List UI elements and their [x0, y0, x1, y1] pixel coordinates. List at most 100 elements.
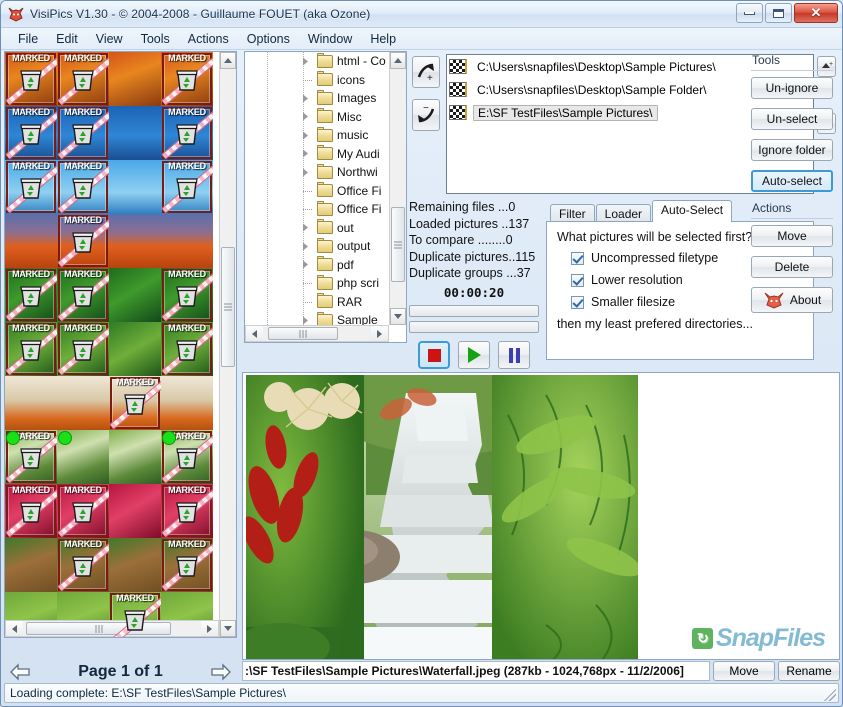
- expand-arrow-icon[interactable]: [301, 57, 310, 66]
- thumbnail-marked[interactable]: MARKED: [161, 430, 213, 484]
- thumbnail-marked[interactable]: MARKED: [5, 484, 57, 538]
- expand-arrow-icon[interactable]: [301, 112, 310, 121]
- tree-node[interactable]: out: [245, 219, 389, 238]
- minimize-button[interactable]: [736, 3, 763, 23]
- tree-horizontal-scrollbar[interactable]: [245, 325, 389, 342]
- tree-node[interactable]: Office Fi: [245, 200, 389, 219]
- scroll-up-button[interactable]: [220, 52, 236, 69]
- thumbnail-marked[interactable]: MARKED: [161, 484, 213, 538]
- un-ignore-button[interactable]: Un-ignore: [751, 77, 833, 99]
- thumbnail[interactable]: [109, 538, 161, 592]
- close-button[interactable]: ✕: [794, 3, 838, 23]
- thumbnail-marked[interactable]: MARKED: [161, 538, 213, 592]
- thumbnail-marked[interactable]: MARKED: [57, 160, 109, 214]
- thumbnail-marked[interactable]: MARKED: [57, 538, 109, 592]
- expand-arrow-icon[interactable]: [301, 260, 310, 269]
- thumbnail[interactable]: [109, 106, 161, 160]
- menu-tools[interactable]: Tools: [132, 30, 179, 48]
- expand-arrow-icon[interactable]: [301, 242, 310, 251]
- menu-options[interactable]: Options: [238, 30, 299, 48]
- move-button[interactable]: Move: [751, 225, 833, 247]
- tree-node[interactable]: php scri: [245, 274, 389, 293]
- thumbnail-marked[interactable]: MARKED: [5, 52, 57, 106]
- thumbnail-marked[interactable]: MARKED: [5, 160, 57, 214]
- thumbnail[interactable]: [109, 268, 161, 322]
- tree-scrollbar-thumb[interactable]: [391, 207, 405, 282]
- thumbnail-marked[interactable]: MARKED: [5, 430, 57, 484]
- thumbnail-row[interactable]: MARKED MARKED MARKED: [5, 322, 213, 376]
- thumbnail-marked[interactable]: MARKED: [57, 322, 109, 376]
- thumbnail-marked[interactable]: MARKED: [57, 484, 109, 538]
- checkbox-lower-resolution[interactable]: [571, 274, 584, 287]
- menu-edit[interactable]: Edit: [47, 30, 87, 48]
- move-file-button[interactable]: Move: [713, 661, 775, 681]
- prev-page-icon[interactable]: [8, 661, 32, 683]
- thumbnail-marked[interactable]: MARKED: [161, 52, 213, 106]
- tree-hscrollbar-thumb[interactable]: [268, 327, 338, 340]
- tree-node[interactable]: My Audi: [245, 145, 389, 164]
- menu-window[interactable]: Window: [299, 30, 361, 48]
- scrollbar-thumb[interactable]: [221, 247, 235, 367]
- thumbnail-row[interactable]: MARKED: [5, 376, 213, 430]
- thumbnail-row[interactable]: MARKED MARKED MARKED: [5, 52, 213, 106]
- tree-node[interactable]: Images: [245, 89, 389, 108]
- thumbnail-row[interactable]: MARKED MARKED MARKED: [5, 106, 213, 160]
- thumbnail[interactable]: [109, 52, 161, 106]
- expand-arrow-icon[interactable]: [301, 131, 310, 140]
- thumbnail[interactable]: [5, 538, 57, 592]
- auto-select-button[interactable]: Auto-select: [751, 170, 833, 192]
- thumbnail[interactable]: [109, 322, 161, 376]
- tab-auto-select[interactable]: Auto-Select: [652, 200, 732, 222]
- about-button[interactable]: About: [751, 287, 833, 313]
- thumbnail-row[interactable]: MARKED: [5, 214, 213, 268]
- add-folder-button[interactable]: +: [412, 56, 440, 88]
- thumbnail-row[interactable]: MARKED MARKED MARKED: [5, 484, 213, 538]
- image-preview-panel[interactable]: ↻ SnapFiles: [242, 372, 840, 660]
- thumbnail-marked[interactable]: MARKED: [5, 268, 57, 322]
- hscrollbar-thumb[interactable]: [26, 622, 171, 635]
- scroll-right-button[interactable]: [201, 621, 218, 636]
- stop-button[interactable]: [418, 341, 450, 369]
- thumbnail-row[interactable]: MARKED MARKED: [5, 430, 213, 484]
- thumbnail[interactable]: [109, 214, 161, 268]
- next-page-icon[interactable]: [209, 661, 233, 683]
- thumbnail[interactable]: [57, 430, 109, 484]
- tree-scroll-up-button[interactable]: [390, 52, 406, 69]
- rename-file-button[interactable]: Rename: [778, 661, 840, 681]
- thumbnail-horizontal-scrollbar[interactable]: [5, 620, 219, 637]
- expand-arrow-icon[interactable]: [301, 316, 310, 325]
- tree-vertical-scrollbar[interactable]: [389, 52, 406, 325]
- tree-node[interactable]: icons: [245, 71, 389, 90]
- tree-node[interactable]: Office Fi: [245, 182, 389, 201]
- thumbnail-row[interactable]: MARKED MARKED: [5, 538, 213, 592]
- play-button[interactable]: [458, 341, 490, 369]
- tree-node[interactable]: Sample: [245, 311, 389, 325]
- menu-file[interactable]: File: [9, 30, 47, 48]
- thumbnail-marked[interactable]: MARKED: [161, 106, 213, 160]
- tree-scroll-left-button[interactable]: [246, 326, 263, 341]
- thumbnail-vertical-scrollbar[interactable]: [219, 52, 236, 637]
- thumbnail[interactable]: [109, 430, 161, 484]
- tree-node[interactable]: Northwi: [245, 163, 389, 182]
- thumbnail[interactable]: [5, 376, 57, 430]
- thumbnail-marked[interactable]: MARKED: [57, 52, 109, 106]
- tree-node[interactable]: pdf: [245, 256, 389, 275]
- thumbnail-marked[interactable]: MARKED: [57, 268, 109, 322]
- expand-arrow-icon[interactable]: [301, 223, 310, 232]
- thumbnail[interactable]: [109, 484, 161, 538]
- tree-scroll-down-button[interactable]: [390, 308, 406, 325]
- tree-scroll-right-button[interactable]: [371, 326, 388, 341]
- thumbnail[interactable]: [161, 214, 213, 268]
- thumbnail-marked[interactable]: MARKED: [161, 160, 213, 214]
- thumbnail[interactable]: [57, 376, 109, 430]
- thumbnail-marked[interactable]: MARKED: [5, 106, 57, 160]
- thumbnail-marked[interactable]: MARKED: [57, 106, 109, 160]
- tree-node[interactable]: output: [245, 237, 389, 256]
- thumbnail-marked[interactable]: MARKED: [161, 268, 213, 322]
- pause-button[interactable]: [498, 341, 530, 369]
- thumbnail[interactable]: [109, 160, 161, 214]
- scroll-down-button[interactable]: [220, 620, 236, 637]
- thumbnail[interactable]: [5, 214, 57, 268]
- remove-folder-button[interactable]: −: [412, 99, 440, 131]
- un-select-button[interactable]: Un-select: [751, 108, 833, 130]
